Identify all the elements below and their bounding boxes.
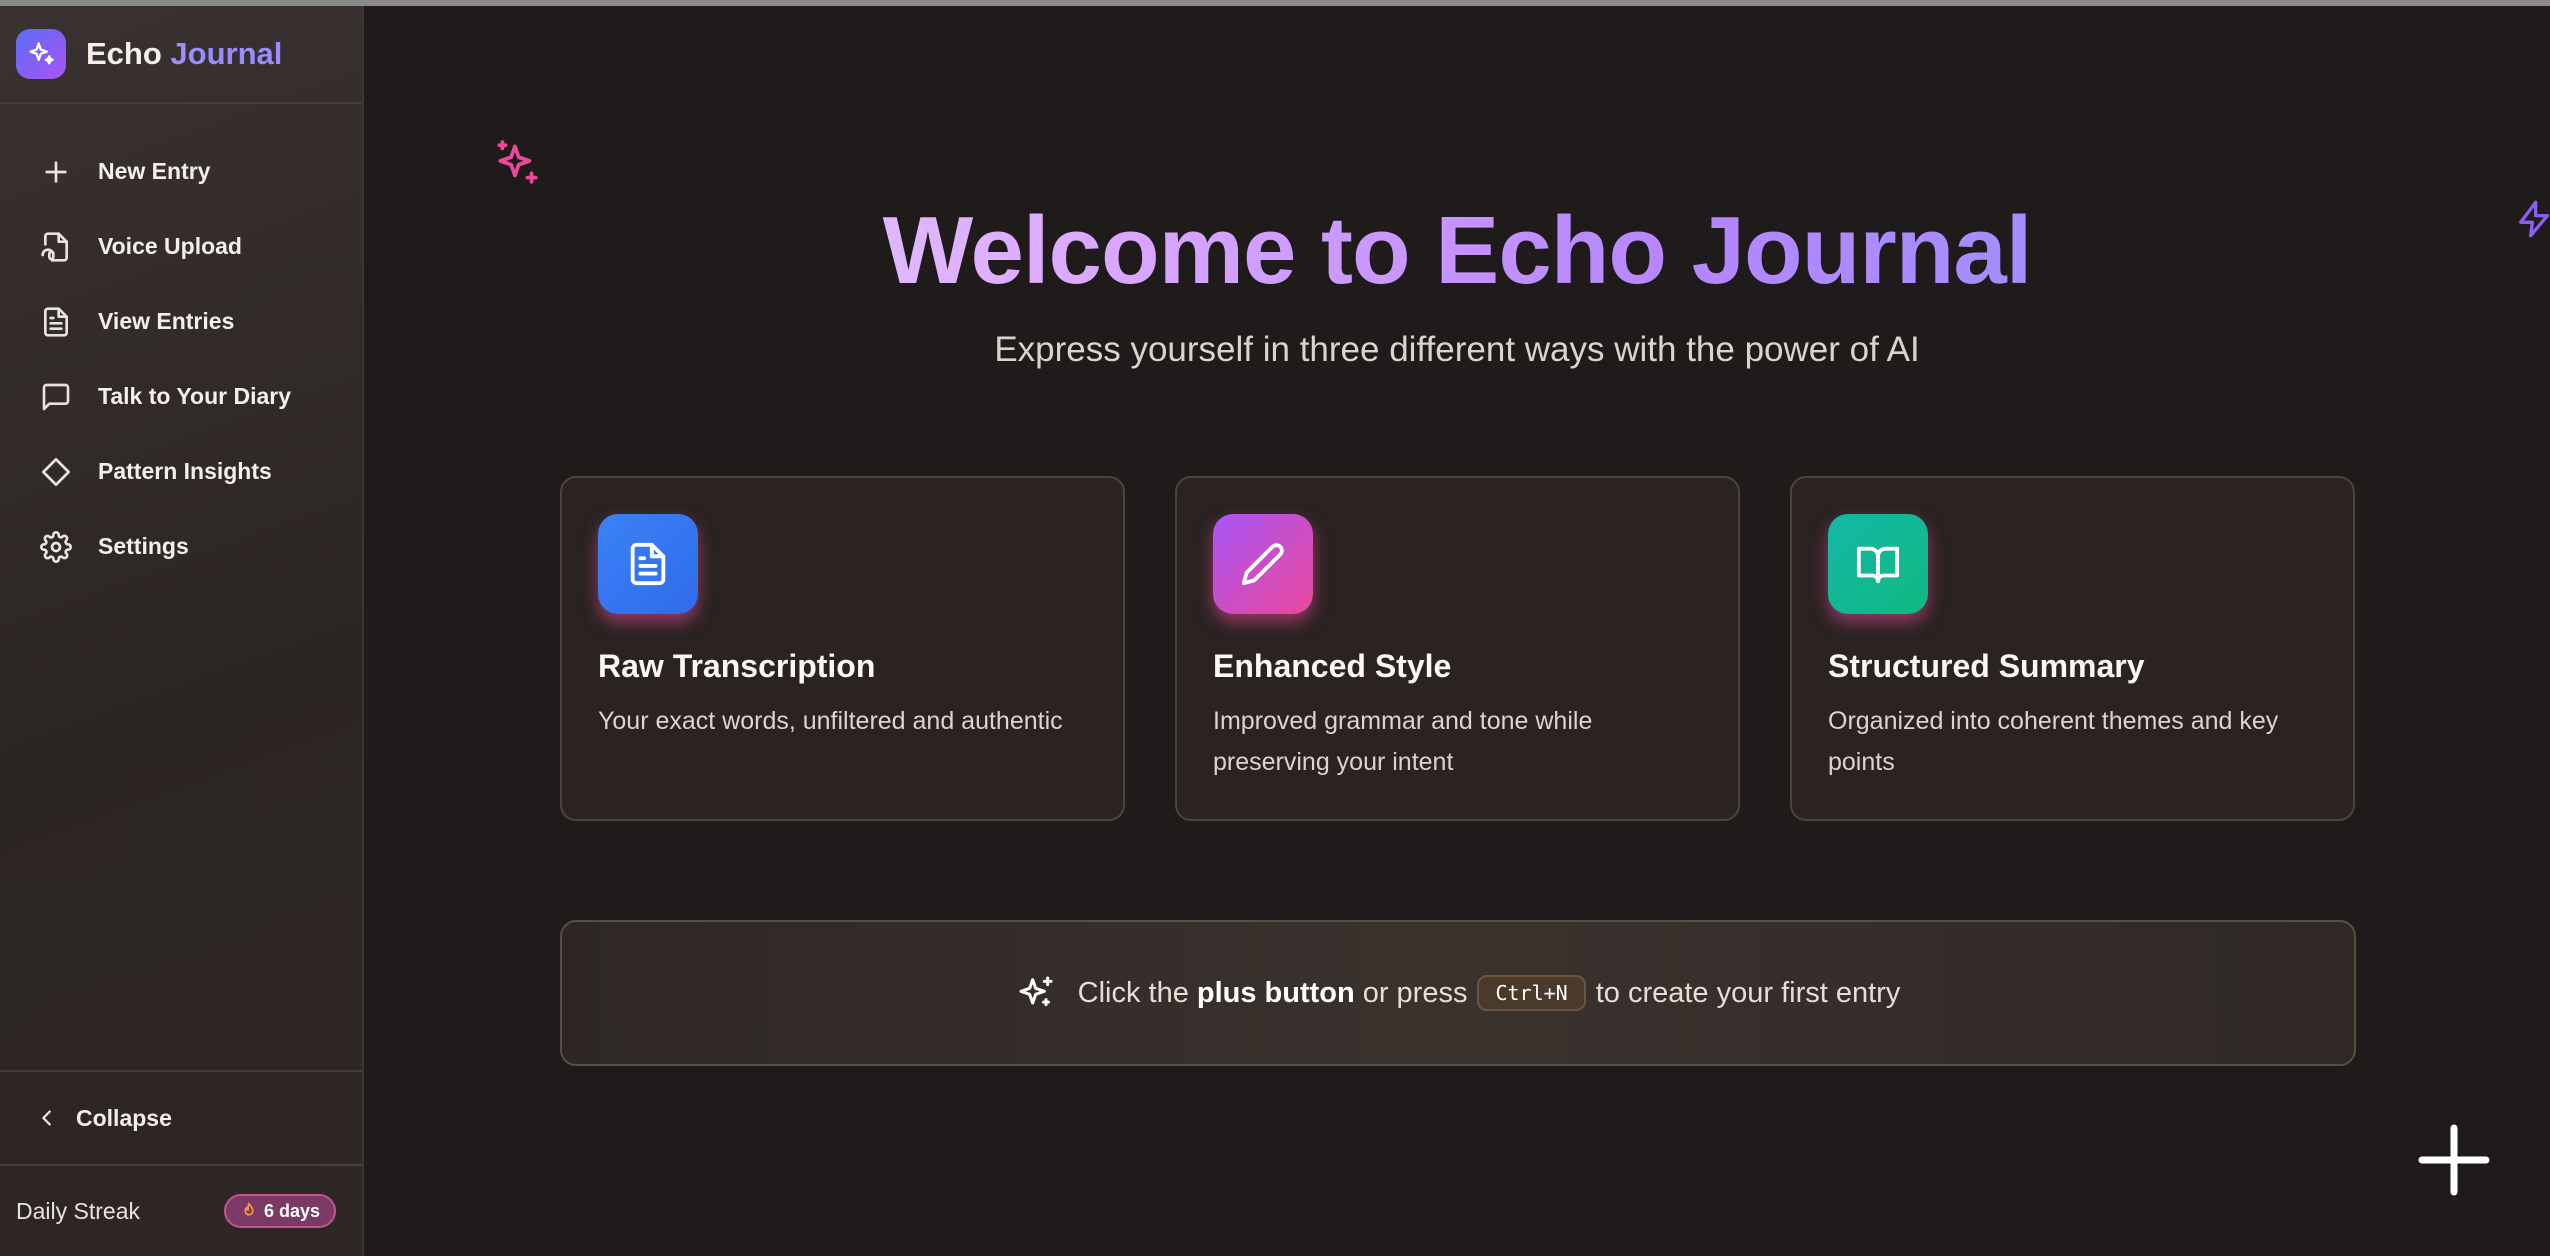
- feature-card-structured-summary: Structured Summary Organized into cohere…: [1790, 476, 2355, 821]
- main-content: Welcome to Echo Journal Express yourself…: [364, 6, 2550, 1256]
- sidebar-item-new-entry[interactable]: New Entry: [0, 134, 362, 209]
- hint-prefix: Click the: [1077, 976, 1189, 1009]
- sidebar: Echo Journal New Entry Voice Upload View…: [0, 6, 364, 1256]
- brand: Echo Journal: [0, 6, 362, 104]
- file-text-icon: [598, 514, 698, 614]
- pencil-icon: [1213, 514, 1313, 614]
- file-audio-icon: [41, 231, 68, 262]
- card-title: Enhanced Style: [1213, 648, 1452, 684]
- sparkles-icon: [16, 29, 66, 79]
- card-description: Organized into coherent themes and key p…: [1828, 707, 2279, 776]
- sidebar-item-settings[interactable]: Settings: [0, 509, 362, 584]
- keyboard-shortcut: Ctrl+N: [1477, 975, 1586, 1011]
- brand-name-echo: Echo: [86, 36, 162, 71]
- sidebar-item-pattern-insights[interactable]: Pattern Insights: [0, 434, 362, 509]
- card-description: Improved grammar and tone while preservi…: [1213, 707, 1593, 776]
- sparkles-icon: [497, 140, 538, 184]
- app-root: Echo Journal New Entry Voice Upload View…: [0, 6, 2550, 1256]
- gear-icon: [40, 530, 72, 563]
- message-square-icon: [42, 383, 70, 410]
- hint-suffix: to create your first entry: [1595, 976, 1901, 1009]
- hint-bold: plus button: [1196, 976, 1355, 1009]
- sidebar-item-label: Pattern Insights: [98, 458, 272, 484]
- sidebar-nav: New Entry Voice Upload View Entries Talk…: [0, 104, 362, 584]
- card-description: Your exact words, unfiltered and authent…: [598, 707, 1063, 735]
- streak-value: 6 days: [263, 1200, 320, 1221]
- file-text-icon: [44, 306, 68, 337]
- hint-middle: or press: [1362, 976, 1468, 1009]
- sidebar-item-label: New Entry: [98, 158, 211, 184]
- collapse-button[interactable]: Collapse: [0, 1070, 362, 1164]
- card-title: Raw Transcription: [598, 648, 876, 684]
- feature-cards: Raw Transcription Your exact words, unfi…: [560, 476, 2355, 821]
- sparkles-icon: [1019, 976, 1053, 1007]
- add-entry-button[interactable]: [2414, 1120, 2494, 1200]
- sidebar-item-voice-upload[interactable]: Voice Upload: [0, 209, 362, 284]
- book-open-icon: [1828, 514, 1928, 614]
- sidebar-footer: Collapse Daily Streak 6 days: [0, 1070, 362, 1256]
- collapse-label: Collapse: [76, 1104, 172, 1131]
- flame-icon: [244, 1202, 254, 1216]
- card-title: Structured Summary: [1828, 648, 2145, 684]
- daily-streak: Daily Streak 6 days: [0, 1164, 362, 1256]
- sidebar-item-label: Voice Upload: [98, 233, 242, 259]
- brand-name: Echo Journal: [86, 36, 282, 72]
- streak-label: Daily Streak: [16, 1197, 140, 1224]
- brand-name-journal: Journal: [170, 36, 283, 71]
- sidebar-item-label: Settings: [98, 533, 189, 559]
- plus-icon: [45, 160, 67, 183]
- page-subtitle: Express yourself in three different ways…: [994, 330, 1920, 369]
- streak-badge: 6 days: [223, 1194, 336, 1228]
- feature-card-raw-transcription: Raw Transcription Your exact words, unfi…: [560, 476, 1125, 821]
- chevron-left-icon: [42, 1110, 51, 1126]
- sidebar-item-view-entries[interactable]: View Entries: [0, 284, 362, 359]
- sidebar-item-label: Talk to Your Diary: [98, 383, 291, 409]
- sidebar-item-label: View Entries: [98, 308, 235, 334]
- feature-card-enhanced-style: Enhanced Style Improved grammar and tone…: [1175, 476, 1740, 821]
- first-entry-hint: Click the plus button or press Ctrl+N to…: [560, 920, 2356, 1066]
- sidebar-item-talk-to-diary[interactable]: Talk to Your Diary: [0, 359, 362, 434]
- page-title: Welcome to Echo Journal: [364, 196, 2550, 306]
- diamond-icon: [42, 457, 70, 486]
